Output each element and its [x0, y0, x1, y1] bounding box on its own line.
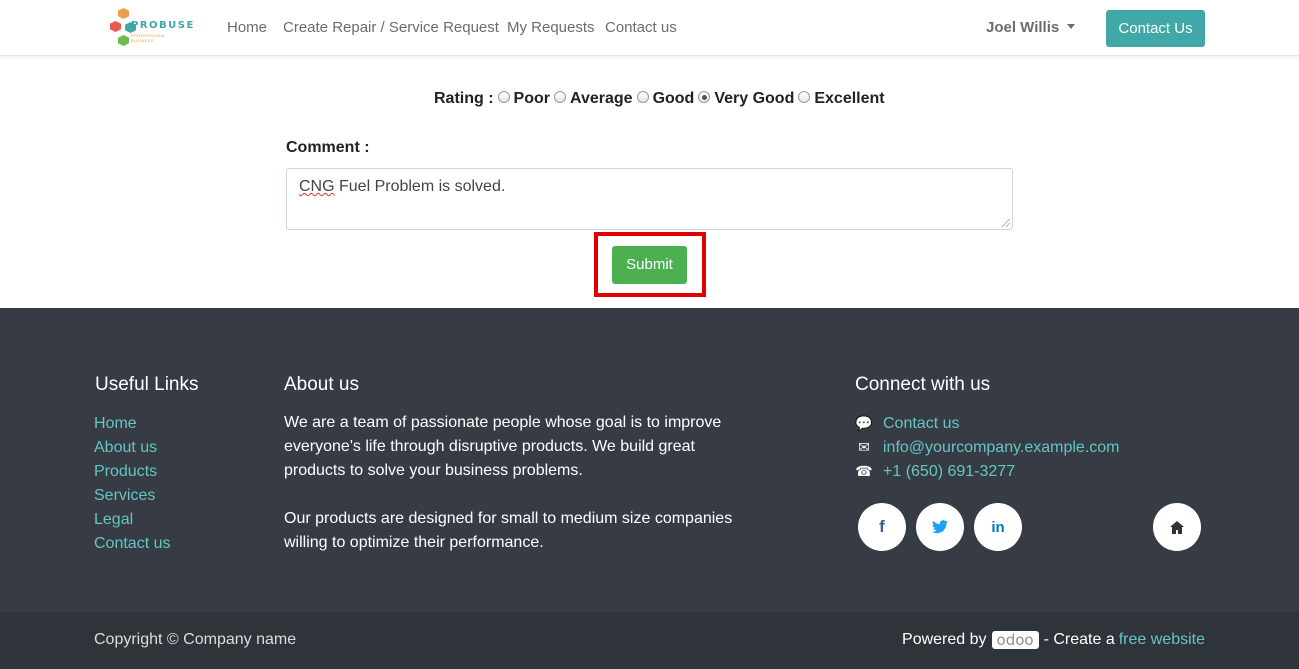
home-button[interactable] — [1153, 503, 1201, 551]
logo-hex-orange — [118, 8, 129, 19]
create-a-text: - Create a — [1043, 631, 1115, 648]
nav-my-requests[interactable]: My Requests — [507, 19, 595, 36]
top-navbar: PROBUSE PROFESSIONAL BUSINESS Home Creat… — [0, 0, 1299, 56]
useful-links-heading: Useful Links — [95, 374, 199, 395]
nav-create-repair-request[interactable]: Create Repair / Service Request — [283, 19, 499, 36]
facebook-button[interactable]: f — [858, 503, 906, 551]
phone-icon: ☎ — [855, 463, 873, 479]
contact-line-contact-us[interactable]: 💬 Contact us — [855, 415, 959, 433]
comment-textarea[interactable]: CNG Fuel Problem is solved. — [286, 168, 1013, 230]
footer-link-contact-us[interactable]: Contact us — [94, 535, 170, 553]
home-icon — [1170, 520, 1184, 534]
nav-contact-us[interactable]: Contact us — [605, 19, 677, 36]
comment-label: Comment : — [286, 139, 370, 156]
comment-misspelled-word: CNG — [299, 178, 335, 195]
user-name: Joel Willis — [986, 19, 1060, 36]
footer-link-about-us[interactable]: About us — [94, 439, 157, 457]
rating-radio-good[interactable] — [636, 91, 649, 103]
footer-link-home[interactable]: Home — [94, 415, 137, 433]
about-paragraph-1: We are a team of passionate people whose… — [284, 414, 722, 479]
submit-button[interactable]: Submit — [612, 246, 687, 284]
rating-row: Rating : Poor Average Good Very Good Exc… — [434, 90, 885, 108]
rating-radio-very-good[interactable] — [698, 91, 711, 103]
rating-option-poor: Poor — [513, 90, 550, 107]
linkedin-button[interactable]: in — [974, 503, 1022, 551]
powered-by: Powered by odoo - Create a free website — [902, 631, 1205, 649]
phone-link: +1 (650) 691-3277 — [883, 463, 1016, 480]
rating-radio-average[interactable] — [554, 91, 566, 103]
about-us-heading: About us — [284, 374, 359, 395]
about-paragraph-2: Our products are designed for small to m… — [284, 510, 733, 551]
contact-line-email[interactable]: ✉ info@yourcompany.example.com — [855, 439, 1120, 457]
rating-option-average: Average — [570, 90, 633, 107]
rating-option-excellent: Excellent — [814, 90, 885, 107]
linkedin-icon: in — [991, 518, 1005, 536]
rating-option-very-good: Very Good — [714, 90, 795, 107]
contact-us-link: Contact us — [883, 415, 960, 432]
caret-down-icon — [1067, 24, 1076, 29]
contact-line-phone[interactable]: ☎ +1 (650) 691-3277 — [855, 463, 1015, 481]
probuse-logo[interactable]: PROBUSE PROFESSIONAL BUSINESS — [107, 8, 193, 48]
contact-us-button[interactable]: Contact Us — [1106, 10, 1205, 47]
logo-subtext: PROFESSIONAL BUSINESS — [131, 33, 166, 43]
copyright-text: Copyright © Company name — [94, 631, 297, 648]
powered-by-label: Powered by — [902, 631, 987, 648]
user-menu-dropdown[interactable]: Joel Willis — [986, 19, 1076, 36]
footer-link-services[interactable]: Services — [94, 487, 155, 505]
rating-radio-poor[interactable] — [497, 91, 510, 103]
facebook-icon: f — [879, 517, 885, 536]
logo-hex-red — [110, 21, 121, 32]
nav-home[interactable]: Home — [227, 19, 267, 36]
rating-radio-excellent[interactable] — [798, 91, 811, 103]
comment-icon: 💬 — [855, 415, 873, 431]
connect-heading: Connect with us — [855, 374, 991, 395]
comment-text: Fuel Problem is solved. — [334, 178, 506, 195]
rating-label: Rating : — [434, 90, 494, 107]
logo-hex-green — [118, 35, 129, 46]
resize-handle[interactable] — [1002, 219, 1010, 227]
envelope-icon: ✉ — [858, 439, 870, 455]
bottom-bar: Copyright © Company name Powered by odoo… — [0, 612, 1299, 669]
rating-option-good: Good — [652, 90, 695, 107]
twitter-button[interactable] — [916, 503, 964, 551]
free-website-link[interactable]: free website — [1119, 631, 1205, 649]
logo-text: PROBUSE — [131, 20, 195, 31]
footer-link-legal[interactable]: Legal — [94, 511, 133, 529]
twitter-icon — [932, 520, 948, 534]
email-link: info@yourcompany.example.com — [883, 439, 1120, 456]
footer-link-products[interactable]: Products — [94, 463, 157, 481]
odoo-logo[interactable]: odoo — [991, 631, 1039, 649]
footer: Useful Links Home About us Products Serv… — [0, 308, 1299, 612]
